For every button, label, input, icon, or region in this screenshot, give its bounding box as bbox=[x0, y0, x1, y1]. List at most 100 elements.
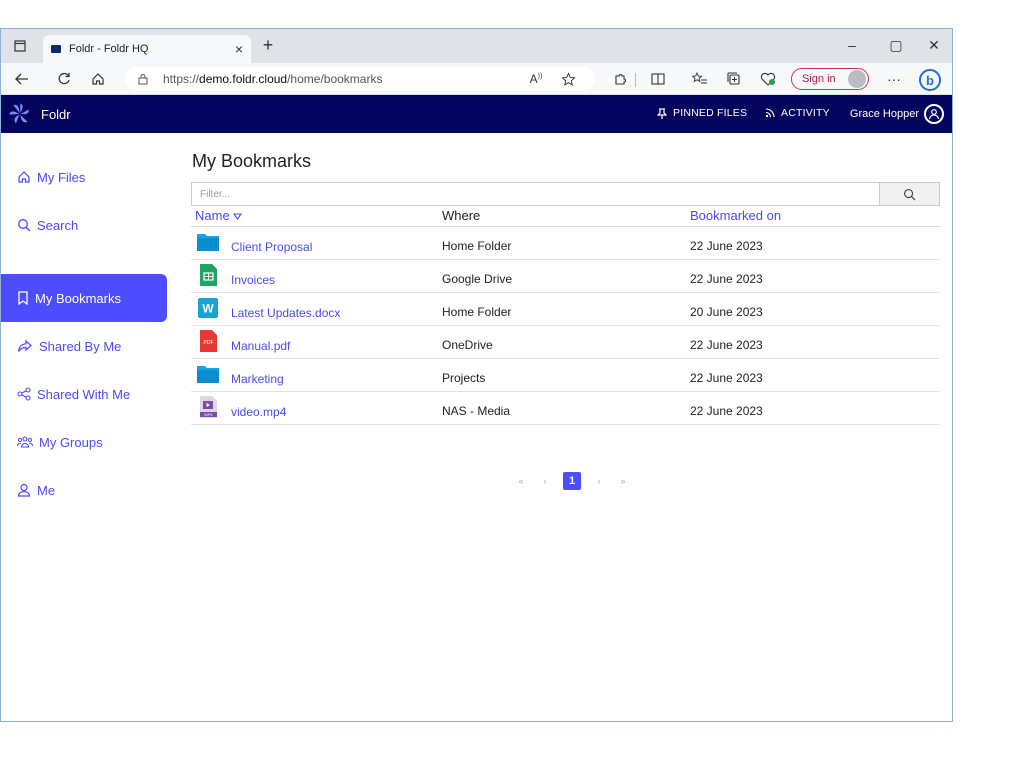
column-header-bookmarked-on[interactable]: Bookmarked on bbox=[690, 208, 781, 223]
pin-icon bbox=[657, 107, 667, 119]
svg-text:MP4: MP4 bbox=[204, 412, 213, 417]
sidebar-item-label: Me bbox=[37, 482, 56, 498]
svg-text:W: W bbox=[202, 302, 214, 316]
table-row[interactable]: Client Proposal Home Folder 22 June 2023 bbox=[191, 227, 940, 260]
collections-icon[interactable] bbox=[723, 69, 745, 89]
sidebar-item-label: My Files bbox=[37, 169, 86, 185]
home-button-icon[interactable] bbox=[87, 69, 109, 89]
sidebar-item-shared-by-me[interactable]: Shared By Me bbox=[1, 322, 167, 370]
last-page-button[interactable]: » bbox=[614, 476, 632, 486]
table-row[interactable]: W Latest Updates.docx Home Folder 20 Jun… bbox=[191, 293, 940, 326]
sidebar-item-search[interactable]: Search bbox=[1, 201, 167, 249]
sidebar-item-label: Search bbox=[37, 217, 79, 233]
browser-window: Foldr - Foldr HQ × + – ▢ ✕ https://demo.… bbox=[0, 28, 953, 722]
sidebar-item-label: My Bookmarks bbox=[35, 290, 121, 306]
more-options-icon[interactable]: ··· bbox=[883, 69, 905, 89]
tab-title: Foldr - Foldr HQ bbox=[69, 43, 149, 55]
sidebar-item-label: Shared With Me bbox=[37, 386, 131, 402]
file-name[interactable]: Manual.pdf bbox=[231, 339, 290, 353]
minimize-button[interactable]: – bbox=[837, 37, 867, 53]
split-screen-icon[interactable] bbox=[647, 69, 669, 89]
column-header-where[interactable]: Where bbox=[442, 208, 480, 223]
sidebar-item-shared-with-me[interactable]: Shared With Me bbox=[1, 370, 167, 418]
brand[interactable]: Foldr bbox=[7, 101, 71, 127]
bookmark-date: 22 June 2023 bbox=[690, 272, 763, 286]
read-aloud-icon[interactable]: A)) bbox=[525, 69, 547, 89]
filter-input[interactable] bbox=[191, 182, 879, 206]
share-icon bbox=[17, 339, 32, 352]
filter-search-button[interactable] bbox=[879, 182, 940, 206]
app-header: Foldr PINNED FILES ACTIVITY Grace Hopper bbox=[1, 95, 952, 133]
file-location: OneDrive bbox=[442, 338, 493, 352]
group-icon bbox=[17, 436, 33, 448]
close-window-button[interactable]: ✕ bbox=[919, 37, 949, 54]
foldr-favicon-icon bbox=[51, 45, 61, 53]
extensions-icon[interactable] bbox=[609, 69, 631, 89]
word-doc-icon: W bbox=[198, 298, 218, 318]
table-row[interactable]: MP4 video.mp4 NAS - Media 22 June 2023 bbox=[191, 392, 940, 425]
activity-label: ACTIVITY bbox=[781, 107, 830, 119]
user-avatar-icon bbox=[924, 104, 944, 124]
user-name: Grace Hopper bbox=[849, 108, 919, 120]
bookmark-date: 20 June 2023 bbox=[690, 305, 763, 319]
file-location: Google Drive bbox=[442, 272, 513, 286]
profile-avatar-icon bbox=[848, 70, 866, 88]
column-name-label: Name bbox=[195, 208, 230, 223]
sign-in-button[interactable]: Sign in bbox=[791, 68, 869, 90]
bookmark-date: 22 June 2023 bbox=[690, 371, 763, 385]
user-menu[interactable]: Grace Hopper bbox=[850, 104, 944, 124]
sign-in-label: Sign in bbox=[802, 73, 836, 85]
prev-page-button[interactable]: ‹ bbox=[536, 476, 554, 486]
tab-close-icon[interactable]: × bbox=[235, 41, 243, 57]
browser-tab[interactable]: Foldr - Foldr HQ × bbox=[43, 35, 251, 63]
new-tab-button[interactable]: + bbox=[257, 35, 279, 56]
table-row[interactable]: Marketing Projects 22 June 2023 bbox=[191, 359, 940, 392]
bookmark-date: 22 June 2023 bbox=[690, 239, 763, 253]
svg-text:PDF: PDF bbox=[204, 340, 214, 346]
favorites-list-icon[interactable] bbox=[689, 69, 711, 89]
folder-icon bbox=[197, 234, 219, 251]
sidebar-item-label: Shared By Me bbox=[39, 338, 122, 354]
sidebar-item-label: My Groups bbox=[39, 434, 103, 450]
file-name[interactable]: Client Proposal bbox=[231, 240, 312, 254]
activity-link[interactable]: ACTIVITY bbox=[765, 107, 830, 119]
next-page-button[interactable]: › bbox=[590, 476, 608, 486]
google-sheets-icon bbox=[200, 264, 217, 286]
sidebar-item-my-bookmarks[interactable]: My Bookmarks bbox=[1, 274, 167, 322]
table-row[interactable]: PDF Manual.pdf OneDrive 22 June 2023 bbox=[191, 326, 940, 359]
bing-copilot-icon[interactable]: b bbox=[919, 69, 941, 91]
favorite-star-icon[interactable] bbox=[557, 69, 579, 89]
folder-icon bbox=[197, 366, 219, 383]
file-location: Home Folder bbox=[442, 239, 512, 253]
pinned-files-link[interactable]: PINNED FILES bbox=[657, 107, 747, 119]
sidebar-item-my-groups[interactable]: My Groups bbox=[1, 418, 167, 466]
share-nodes-icon bbox=[17, 387, 31, 401]
browser-essentials-icon[interactable] bbox=[757, 69, 779, 89]
rss-icon bbox=[765, 108, 775, 118]
brand-name: Foldr bbox=[41, 106, 71, 122]
browser-toolbar: https://demo.foldr.cloud/home/bookmarks … bbox=[1, 63, 952, 95]
table-row[interactable]: Invoices Google Drive 22 June 2023 bbox=[191, 260, 940, 293]
file-name[interactable]: Latest Updates.docx bbox=[231, 306, 340, 320]
sidebar-item-my-files[interactable]: My Files bbox=[1, 153, 167, 201]
url-text: https://demo.foldr.cloud/home/bookmarks bbox=[163, 72, 383, 86]
file-name[interactable]: Marketing bbox=[231, 372, 284, 386]
file-location: NAS - Media bbox=[442, 404, 511, 418]
pinned-files-label: PINNED FILES bbox=[673, 107, 748, 119]
refresh-icon[interactable] bbox=[53, 69, 75, 89]
first-page-button[interactable]: « bbox=[512, 476, 530, 486]
toolbar-divider bbox=[635, 73, 636, 87]
bookmark-date: 22 June 2023 bbox=[690, 404, 763, 418]
page-title: My Bookmarks bbox=[192, 151, 312, 171]
file-name[interactable]: Invoices bbox=[231, 273, 275, 287]
maximize-button[interactable]: ▢ bbox=[881, 37, 911, 54]
lock-icon bbox=[138, 74, 148, 85]
home-icon bbox=[18, 171, 30, 183]
bookmark-icon bbox=[18, 291, 28, 305]
sidebar-item-me[interactable]: Me bbox=[1, 466, 167, 514]
back-arrow-icon[interactable] bbox=[11, 69, 33, 89]
column-header-name[interactable]: Name bbox=[195, 208, 243, 223]
page-1-button[interactable]: 1 bbox=[563, 472, 581, 490]
tab-actions-icon[interactable] bbox=[9, 35, 31, 57]
file-name[interactable]: video.mp4 bbox=[231, 405, 286, 419]
